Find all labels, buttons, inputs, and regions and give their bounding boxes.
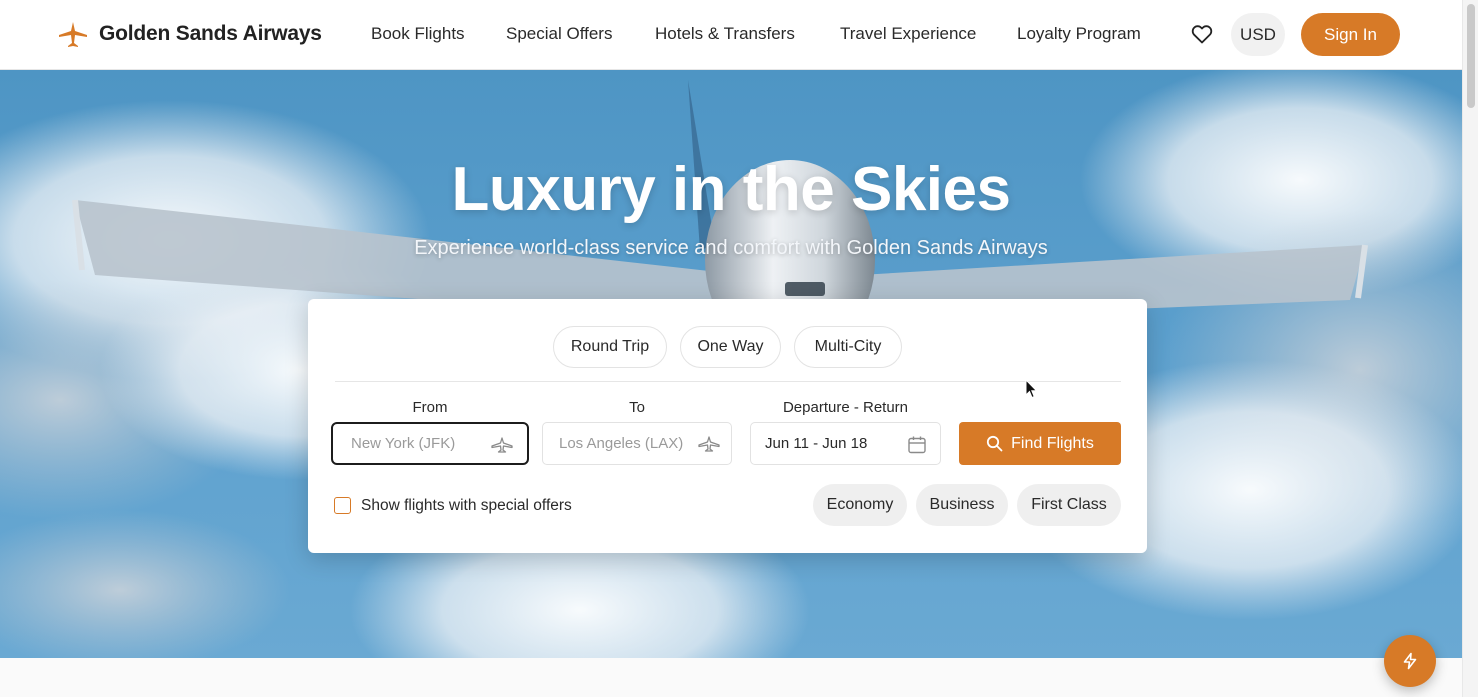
trip-type-multi-city[interactable]: Multi-City: [794, 326, 902, 368]
to-field[interactable]: [542, 422, 732, 465]
from-field[interactable]: [331, 422, 529, 465]
from-label: From: [412, 399, 448, 416]
plane-icon: [491, 437, 513, 453]
heart-icon[interactable]: [1190, 22, 1214, 46]
trip-type-one-way[interactable]: One Way: [680, 326, 781, 368]
find-flights-label: Find Flights: [1011, 434, 1094, 452]
card-divider: [335, 381, 1121, 382]
cabin-business[interactable]: Business: [916, 484, 1008, 526]
special-offers-label[interactable]: Show flights with special offers: [361, 497, 572, 515]
floating-action-button[interactable]: [1384, 635, 1436, 687]
hero-subtitle: Experience world-class service and comfo…: [414, 237, 1048, 259]
currency-selector[interactable]: USD: [1231, 13, 1285, 56]
dates-label: Departure - Return: [782, 399, 909, 416]
trip-type-round-trip[interactable]: Round Trip: [553, 326, 667, 368]
from-input[interactable]: [349, 434, 483, 453]
site-header: Golden Sands Airways Book Flights Specia…: [0, 0, 1462, 70]
nav-book-flights[interactable]: Book Flights: [371, 24, 465, 44]
to-input[interactable]: [557, 434, 691, 453]
search-icon: [987, 435, 1003, 452]
cabin-economy[interactable]: Economy: [813, 484, 907, 526]
mouse-cursor-icon: [1025, 379, 1038, 399]
to-label: To: [629, 399, 645, 416]
dates-value: Jun 11 - Jun 18: [765, 435, 868, 452]
nav-travel-experience[interactable]: Travel Experience: [840, 24, 976, 44]
flight-search-card: Round Trip One Way Multi-City From To De…: [308, 299, 1147, 553]
page-scrollbar[interactable]: [1462, 0, 1478, 697]
scrollbar-thumb[interactable]: [1467, 4, 1475, 108]
calendar-icon[interactable]: [907, 435, 927, 455]
special-offers-checkbox[interactable]: [334, 497, 351, 514]
lightning-icon: [1403, 652, 1417, 670]
brand-name: Golden Sands Airways: [99, 22, 322, 45]
nav-special-offers[interactable]: Special Offers: [506, 24, 612, 44]
sign-in-button[interactable]: Sign In: [1301, 13, 1400, 56]
hero-title: Luxury in the Skies: [451, 155, 1011, 224]
nav-loyalty-program[interactable]: Loyalty Program: [1017, 24, 1141, 44]
page-content-start: [0, 658, 1462, 697]
cabin-first-class[interactable]: First Class: [1017, 484, 1121, 526]
dates-field[interactable]: Jun 11 - Jun 18: [750, 422, 941, 465]
plane-icon: [698, 436, 720, 452]
nav-hotels-transfers[interactable]: Hotels & Transfers: [655, 24, 795, 44]
plane-icon: [59, 22, 87, 47]
find-flights-button[interactable]: Find Flights: [959, 422, 1121, 465]
brand-logo[interactable]: Golden Sands Airways: [57, 19, 322, 49]
